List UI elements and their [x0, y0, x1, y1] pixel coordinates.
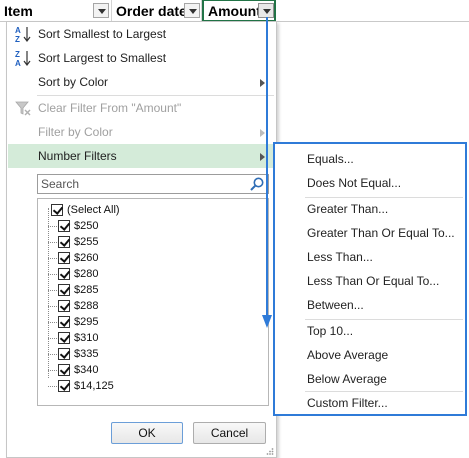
custom-filter-item[interactable]: Custom Filter... — [307, 391, 388, 415]
sort-ascending-item[interactable]: A Z Sort Smallest to Largest — [8, 22, 275, 46]
number-filters-item[interactable]: Number Filters — [8, 144, 275, 168]
checkbox-checked[interactable] — [51, 204, 63, 216]
list-item-label: $285 — [74, 284, 99, 296]
list-item-label: $250 — [74, 220, 99, 232]
list-item[interactable]: $260 — [48, 250, 98, 266]
less-than-or-equal-item[interactable]: Less Than Or Equal To... — [307, 269, 439, 293]
list-item-label: $335 — [74, 348, 99, 360]
list-item-label: $280 — [74, 268, 99, 280]
menu-item-label: Above Average — [307, 348, 389, 362]
menu-item-label: Greater Than Or Equal To... — [307, 226, 455, 240]
list-item[interactable]: $295 — [48, 314, 98, 330]
list-item-label: $260 — [74, 252, 99, 264]
filter-dropdown-button-active[interactable] — [258, 3, 274, 18]
menu-item-label: Equals... — [307, 152, 354, 166]
list-item[interactable]: $250 — [48, 218, 98, 234]
checkbox-checked[interactable] — [58, 268, 70, 280]
filter-dropdown-button[interactable] — [184, 3, 200, 18]
list-item-label: $14,125 — [74, 380, 114, 392]
checkbox-checked[interactable] — [58, 364, 70, 376]
autofilter-menu: A Z Sort Smallest to Largest Z A Sort La… — [6, 21, 277, 458]
sort-ascending-icon: A Z — [15, 26, 31, 43]
number-filters-submenu: Equals... Does Not Equal... Greater Than… — [273, 142, 467, 416]
less-than-item[interactable]: Less Than... — [307, 245, 373, 269]
column-header-label: Order date — [116, 3, 187, 19]
filter-dropdown-button[interactable] — [93, 3, 109, 18]
list-item[interactable]: (Select All) — [41, 202, 120, 218]
menu-item-label: Between... — [307, 298, 364, 312]
annotation-arrow-icon — [262, 17, 272, 328]
list-item[interactable]: $288 — [48, 298, 98, 314]
list-item[interactable]: $255 — [48, 234, 98, 250]
checkbox-checked[interactable] — [58, 332, 70, 344]
menu-item-label: Less Than... — [307, 250, 373, 264]
list-item-label: $255 — [74, 236, 99, 248]
checkbox-checked[interactable] — [58, 300, 70, 312]
column-header-label: Item — [4, 3, 33, 19]
clear-filter-icon — [15, 101, 31, 116]
list-item-label: (Select All) — [67, 204, 120, 216]
svg-text:Z: Z — [15, 50, 20, 59]
below-average-item[interactable]: Below Average — [307, 367, 387, 391]
svg-text:A: A — [15, 26, 21, 35]
list-item[interactable]: $340 — [48, 362, 98, 378]
checkbox-checked[interactable] — [58, 284, 70, 296]
search-input[interactable] — [38, 175, 244, 193]
menu-item-label: Below Average — [307, 372, 387, 386]
above-average-item[interactable]: Above Average — [307, 343, 388, 367]
greater-than-or-equal-item[interactable]: Greater Than Or Equal To... — [307, 221, 455, 245]
menu-item-label: Number Filters — [38, 149, 117, 163]
filter-by-color-item[interactable]: Filter by Color — [8, 120, 275, 144]
menu-item-label: Top 10... — [307, 324, 354, 338]
list-item[interactable]: $14,125 — [48, 378, 114, 394]
equals-item[interactable]: Equals... — [307, 147, 354, 171]
sort-descending-item[interactable]: Z A Sort Largest to Smallest — [8, 46, 275, 70]
svg-text:Z: Z — [15, 35, 20, 43]
menu-item-label: Greater Than... — [307, 202, 389, 216]
menu-item-label: Custom Filter... — [307, 396, 388, 410]
filter-values-list[interactable]: (Select All) $250 $255 $260 $280 $285 $2… — [37, 198, 269, 406]
list-item[interactable]: $285 — [48, 282, 98, 298]
column-header-label: Amount — [208, 3, 261, 19]
menu-item-label: Filter by Color — [38, 125, 113, 139]
cancel-button[interactable]: Cancel — [193, 422, 266, 444]
checkbox-checked[interactable] — [58, 316, 70, 328]
list-item-label: $340 — [74, 364, 99, 376]
svg-text:A: A — [15, 59, 21, 67]
menu-item-label: Sort by Color — [38, 75, 109, 89]
menu-item-label: Less Than Or Equal To... — [307, 274, 440, 288]
ok-button[interactable]: OK — [111, 422, 183, 444]
sort-by-color-item[interactable]: Sort by Color — [8, 70, 275, 94]
list-item[interactable]: $280 — [48, 266, 98, 282]
checkbox-checked[interactable] — [58, 252, 70, 264]
column-header-item[interactable]: Item — [0, 0, 112, 22]
list-item[interactable]: $310 — [48, 330, 98, 346]
list-item-label: $310 — [74, 332, 99, 344]
between-item[interactable]: Between... — [307, 293, 364, 317]
search-box[interactable] — [37, 174, 269, 194]
top-10-item[interactable]: Top 10... — [307, 319, 353, 343]
clear-filter-item[interactable]: Clear Filter From "Amount" — [8, 96, 275, 120]
list-item-label: $295 — [74, 316, 99, 328]
does-not-equal-item[interactable]: Does Not Equal... — [307, 171, 401, 195]
menu-item-label: Does Not Equal... — [307, 176, 402, 190]
menu-item-label: Sort Smallest to Largest — [38, 27, 167, 41]
checkbox-checked[interactable] — [58, 380, 70, 392]
checkbox-checked[interactable] — [58, 220, 70, 232]
checkbox-checked[interactable] — [58, 236, 70, 248]
table-header-row: Item Order date Amount — [0, 0, 469, 22]
menu-item-label: Clear Filter From "Amount" — [38, 101, 182, 115]
column-header-order-date[interactable]: Order date — [112, 0, 202, 22]
list-item[interactable]: $335 — [48, 346, 98, 362]
list-item-label: $288 — [74, 300, 99, 312]
menu-item-label: Sort Largest to Smallest — [38, 51, 167, 65]
checkbox-checked[interactable] — [58, 348, 70, 360]
resize-grip-icon[interactable] — [266, 447, 274, 455]
sort-descending-icon: Z A — [15, 50, 31, 67]
greater-than-item[interactable]: Greater Than... — [307, 197, 388, 221]
